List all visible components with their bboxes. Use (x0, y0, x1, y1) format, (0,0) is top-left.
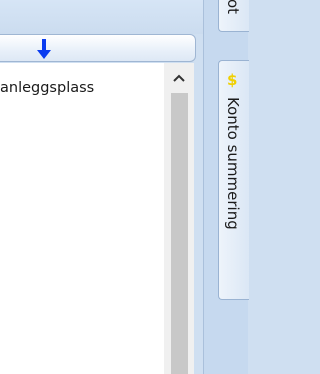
toolbar-strip (0, 0, 203, 34)
dollar-icon: $ (227, 71, 238, 89)
arrow-down-icon[interactable] (37, 39, 51, 59)
list-item-label: anleggsplass (0, 80, 95, 96)
tab-konto-summering-label: Konto summering (224, 97, 242, 230)
tab-partial[interactable]: ot (218, 0, 249, 32)
chevron-up-icon (173, 74, 185, 82)
list-item[interactable]: anleggsplass (0, 79, 94, 97)
vertical-scrollbar[interactable] (164, 63, 194, 374)
tab-konto-summering[interactable]: $ Konto summering (218, 60, 249, 300)
scrollbar-thumb[interactable] (171, 93, 188, 374)
side-tab-panel: ot $ Konto summering (203, 0, 249, 374)
column-header[interactable] (0, 34, 196, 62)
scroll-up-button[interactable] (164, 63, 194, 93)
tab-partial-label: ot (224, 0, 242, 15)
